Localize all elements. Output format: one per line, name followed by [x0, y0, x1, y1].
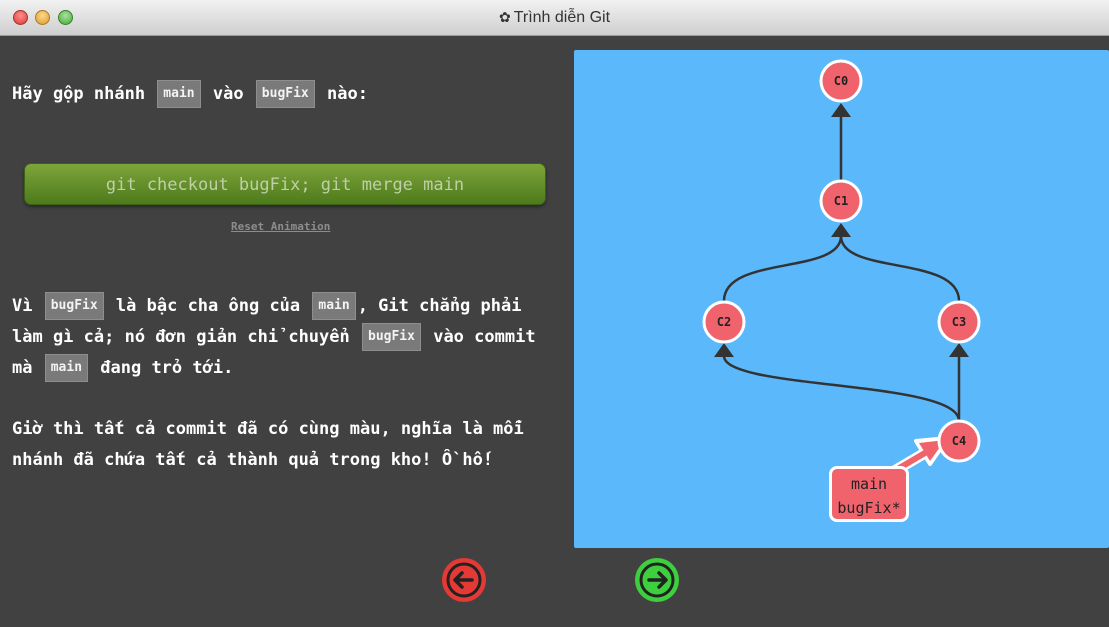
- arrow-left-icon: [446, 562, 482, 598]
- svg-text:C0: C0: [834, 74, 848, 88]
- svg-text:C3: C3: [952, 315, 966, 329]
- edge-c4-c2: [722, 355, 961, 422]
- commit-node-c1[interactable]: C1: [819, 179, 863, 223]
- branch-label-box[interactable]: main bugFix*: [829, 466, 909, 522]
- commit-node-c2[interactable]: C2: [702, 300, 746, 344]
- gear-icon: ✿: [498, 9, 511, 25]
- branch-code-bugfix: bugFix: [255, 80, 315, 108]
- commit-node-c0[interactable]: C0: [819, 59, 863, 103]
- run-command-button[interactable]: git checkout bugFix; git merge main: [24, 163, 546, 205]
- lesson-intro: Hãy gộp nhánh main vào bugFix nào:: [12, 79, 368, 110]
- branch-code-main: main: [44, 354, 89, 382]
- edge-c2-c1: [722, 235, 843, 302]
- arrowhead-c2: [714, 343, 734, 357]
- branch-label-bugfix: bugFix*: [837, 499, 901, 517]
- svg-text:C4: C4: [952, 434, 966, 448]
- lesson-explanation: Vì bugFix là bậc cha ông của main, Git c…: [12, 291, 562, 384]
- svg-text:C1: C1: [834, 194, 848, 208]
- arrowhead-c1: [831, 223, 851, 237]
- commit-node-c3[interactable]: C3: [937, 300, 981, 344]
- branch-code-main: main: [157, 80, 201, 108]
- edge-c3-c1: [839, 235, 961, 302]
- arrow-right-icon: [639, 562, 675, 598]
- branch-code-main: main: [312, 292, 356, 320]
- next-step-button[interactable]: [635, 558, 679, 602]
- previous-step-button[interactable]: [442, 558, 486, 602]
- git-graph-canvas: C0 C1 C2 C3 C4 main bugFix*: [574, 50, 1109, 548]
- svg-text:C2: C2: [717, 315, 731, 329]
- lesson-conclusion: Giờ thì tất cả commit đã có cùng màu, ng…: [12, 419, 524, 470]
- window-titlebar: ✿ Trình diễn Git: [0, 0, 1109, 36]
- branch-code-bugfix: bugFix: [44, 292, 104, 320]
- arrowhead-c3: [949, 343, 969, 357]
- commit-node-c4[interactable]: C4: [937, 419, 981, 463]
- arrowhead-c0: [831, 103, 851, 117]
- window-title: ✿ Trình diễn Git: [498, 9, 611, 26]
- branch-label-main: main: [850, 475, 888, 493]
- branch-code-bugfix: bugFix: [362, 323, 421, 351]
- reset-animation-link[interactable]: Reset Animation: [231, 220, 330, 233]
